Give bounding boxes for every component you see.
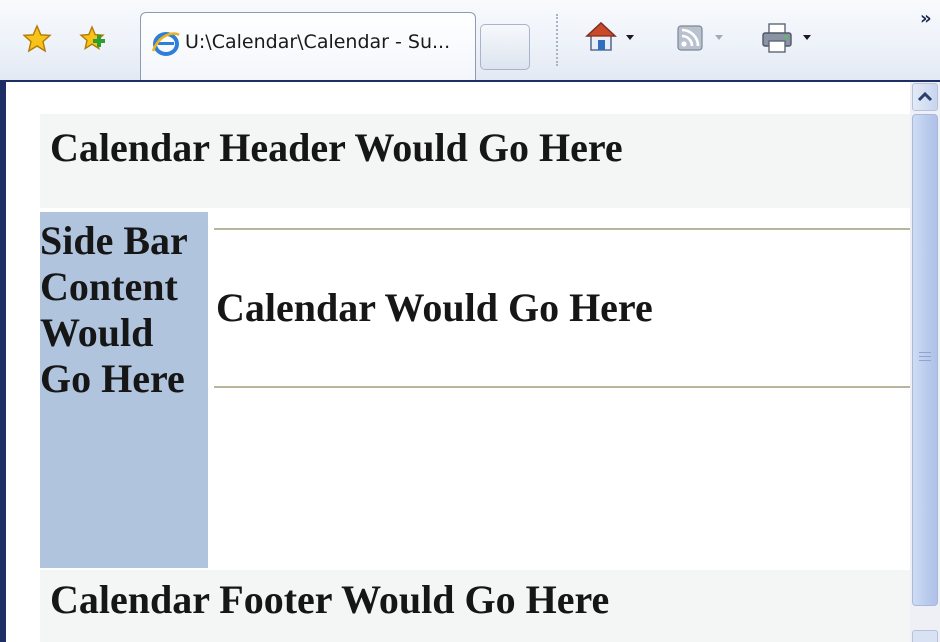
calendar-header: Calendar Header Would Go Here <box>40 114 910 208</box>
new-tab-button[interactable] <box>480 24 530 70</box>
feeds-dropdown-icon[interactable] <box>714 32 724 42</box>
header-text: Calendar Header Would Go Here <box>50 125 623 170</box>
chevron-up-icon <box>917 91 933 102</box>
home-icon[interactable] <box>584 20 618 54</box>
side-bar-text: Side Bar Content Would Go Here <box>40 218 188 401</box>
toolbar-separator <box>556 14 558 66</box>
add-favorites-icon[interactable] <box>77 24 107 54</box>
browser-tab[interactable]: U:\Calendar\Calendar - Su... <box>140 12 476 80</box>
print-icon[interactable] <box>760 22 794 54</box>
calendar-footer: Calendar Footer Would Go Here <box>40 570 910 642</box>
favorites-star-icon[interactable] <box>22 24 52 54</box>
calendar-main: Calendar Would Go Here <box>214 228 910 388</box>
scroll-down-button[interactable] <box>912 630 938 642</box>
side-bar: Side Bar Content Would Go Here <box>40 212 208 568</box>
ie-page-icon <box>151 32 180 56</box>
scroll-thumb-grip <box>919 352 931 353</box>
more-tools-chevron[interactable]: » <box>920 8 932 29</box>
feeds-icon[interactable] <box>676 24 704 52</box>
home-dropdown-icon[interactable] <box>625 32 635 42</box>
print-dropdown-icon[interactable] <box>802 32 812 42</box>
page-viewport: Calendar Header Would Go Here Side Bar C… <box>6 82 910 642</box>
browser-toolbar: U:\Calendar\Calendar - Su... » <box>0 0 940 80</box>
footer-text: Calendar Footer Would Go Here <box>50 577 610 622</box>
calendar-text: Calendar Would Go Here <box>216 285 653 330</box>
scroll-thumb[interactable] <box>912 114 938 606</box>
tab-title: U:\Calendar\Calendar - Su... <box>185 31 451 53</box>
scroll-up-button[interactable] <box>912 83 938 111</box>
